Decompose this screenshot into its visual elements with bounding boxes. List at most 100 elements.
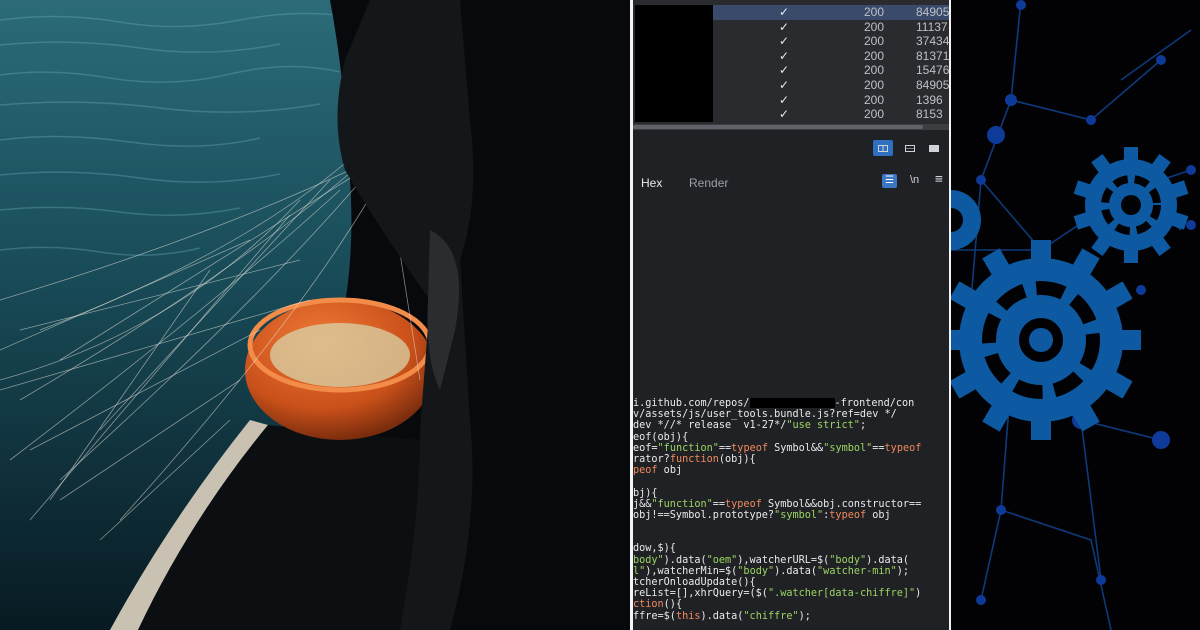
code-string: "use strict" xyxy=(786,420,860,432)
code-keyword: typeof xyxy=(725,498,762,510)
code-text: obj!==Symbol.prototype? xyxy=(633,509,775,521)
scrollbar-thumb[interactable] xyxy=(633,125,923,129)
code-string: "watcher-min" xyxy=(817,565,897,577)
large-gear-icon xyxy=(951,240,1141,440)
code-string: "body" xyxy=(829,554,867,566)
code-text: obj xyxy=(866,509,891,521)
checkmark-icon: ✓ xyxy=(779,19,790,34)
code-text: ),watcherURL=$( xyxy=(737,554,830,566)
code-text: (){ xyxy=(663,599,683,611)
newline-toggle-button[interactable]: \n xyxy=(910,174,919,186)
status-code: 200 xyxy=(864,48,885,63)
checkmark-icon: ✓ xyxy=(779,92,790,107)
table-row[interactable]: ✓ 200 15476 xyxy=(713,63,949,78)
code-string: "function" xyxy=(657,442,719,454)
code-text: tcherOnloadUpdate(){ xyxy=(633,577,756,588)
table-row[interactable]: ✓ 200 37434 xyxy=(713,34,949,49)
code-string: l" xyxy=(633,565,646,577)
fishing-net-photo xyxy=(0,0,630,630)
code-line: tcherOnloadUpdate(){ xyxy=(633,577,949,588)
code-text: v/assets/js/user_tools.bundle.js?ref=dev… xyxy=(633,409,897,421)
code-text: == xyxy=(712,498,726,510)
code-text: ; xyxy=(859,420,867,432)
response-code-view[interactable]: i.github.com/repos/ -frontend/con v/assets… xyxy=(633,398,949,622)
code-text: == xyxy=(872,442,885,454)
request-preview-thumbnail xyxy=(635,5,713,122)
code-line: eof(obj){ xyxy=(633,432,949,443)
gears-network-graphic xyxy=(951,0,1200,630)
code-text: bj){ xyxy=(633,487,658,499)
code-text: ) xyxy=(915,588,922,600)
table-row[interactable]: ✓ 200 84905 xyxy=(713,78,949,93)
table-row[interactable]: ✓ 200 8153 xyxy=(713,107,949,122)
code-text: rator? xyxy=(633,453,670,465)
code-text: j&& xyxy=(633,498,652,510)
code-text: obj xyxy=(657,465,683,477)
code-keyword: typeof xyxy=(884,442,922,454)
checkmark-icon: ✓ xyxy=(779,107,790,122)
code-text: ); xyxy=(798,610,811,622)
code-text: i.github.com/repos/ xyxy=(633,398,750,409)
code-string: "body" xyxy=(737,565,775,577)
code-string: "oem" xyxy=(706,554,738,566)
code-text: ).data( xyxy=(663,554,707,566)
fishing-photo-illustration xyxy=(0,0,630,630)
split-vertical-button[interactable] xyxy=(873,140,893,156)
split-vertical-icon xyxy=(878,144,888,152)
code-keyword: ction xyxy=(633,599,664,611)
table-row[interactable]: ✓ 200 81371 xyxy=(713,49,949,64)
menu-button[interactable]: ≡ xyxy=(935,172,943,187)
gears-illustration xyxy=(951,0,1196,630)
code-text: ),watcherMin=$( xyxy=(645,565,738,577)
redaction-box xyxy=(749,398,835,408)
code-text: == xyxy=(718,442,732,454)
code-keyword: typeof xyxy=(829,509,867,521)
code-line: dev *//* release v1-27*/"use strict"; xyxy=(633,420,949,431)
net-in-basket xyxy=(270,323,410,387)
split-horizontal-button[interactable] xyxy=(900,140,920,156)
network-request-table: ✓ 200 84905 ✓ 200 11137 ✓ 200 37434 ✓ 200 81371 ✓ 200… xyxy=(633,0,949,124)
code-string: "symbol" xyxy=(774,509,824,521)
tab-hex[interactable]: Hex xyxy=(641,176,662,190)
devtools-network-panel: ✓ 200 84905 ✓ 200 11137 ✓ 200 37434 ✓ 200 81371 ✓ 200… xyxy=(633,0,949,630)
table-row[interactable]: ✓ 200 1396 xyxy=(713,93,949,108)
code-string: body" xyxy=(633,554,664,566)
code-keyword: typeof xyxy=(731,442,768,454)
code-text: dow,$){ xyxy=(633,543,676,555)
response-size: 84905 xyxy=(916,5,949,19)
code-line: eof="function"==typeof Symbol&&"symbol"=… xyxy=(633,443,949,454)
table-row[interactable]: ✓ 200 84905 xyxy=(713,5,949,20)
code-keyword: function xyxy=(669,453,719,465)
table-row[interactable]: ✓ 200 11137 xyxy=(713,20,949,35)
code-text: ); xyxy=(896,565,910,577)
status-code: 200 xyxy=(864,34,885,49)
code-line: reList=[],xhrQuery=($(".watcher[data-chi… xyxy=(633,588,949,599)
code-text: (obj){ xyxy=(718,453,756,465)
response-size: 15476 xyxy=(916,63,949,78)
code-line: ction(){ xyxy=(633,599,949,610)
checkmark-icon: ✓ xyxy=(779,48,790,63)
horizontal-scrollbar[interactable] xyxy=(633,124,949,130)
code-string: "chiffre" xyxy=(743,610,799,622)
status-code: 200 xyxy=(864,63,885,78)
split-horizontal-icon xyxy=(905,144,915,152)
code-text: eof= xyxy=(633,442,658,454)
code-text: -frontend/con xyxy=(834,398,915,409)
code-text: Symbol&& xyxy=(767,442,824,454)
code-line: ffre=$(this).data("chiffre"); xyxy=(633,611,949,622)
code-line: j&&"function"==typeof Symbol&&obj.constr… xyxy=(633,499,949,510)
code-line: rator?function(obj){ xyxy=(633,454,949,465)
code-keyword: this xyxy=(675,610,701,622)
single-pane-button[interactable] xyxy=(924,140,944,156)
status-code: 200 xyxy=(864,19,885,34)
tab-render[interactable]: Render xyxy=(689,176,728,190)
code-text: ).data( xyxy=(866,554,910,566)
code-line: peof obj xyxy=(633,465,949,476)
wrap-lines-button[interactable]: ☰ xyxy=(882,174,897,188)
code-text: ).data( xyxy=(700,610,744,622)
code-string: ".watcher[data-chiffre]" xyxy=(767,588,916,600)
code-line: obj!==Symbol.prototype?"symbol":typeof o… xyxy=(633,510,949,521)
code-text: ffre=$( xyxy=(633,610,676,622)
